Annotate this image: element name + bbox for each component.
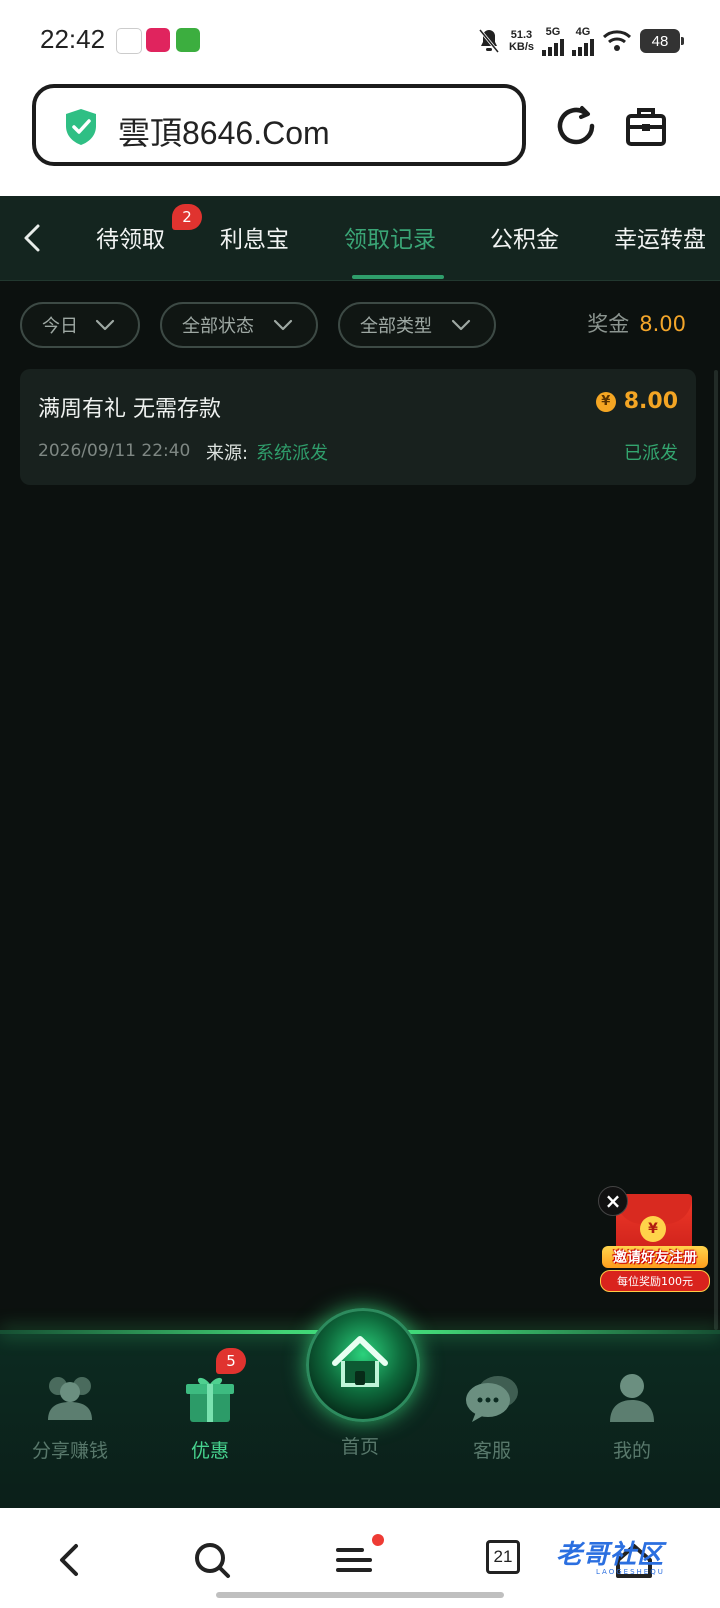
type-filter[interactable]: 全部类型 <box>338 302 496 348</box>
bottom-nav: 分享赚钱 优惠 5 首页 客服 我的 <box>0 1308 720 1508</box>
watermark-subtext: LAOGESHEQU <box>596 1568 665 1576</box>
status-time: 22:42 <box>40 24 106 54</box>
promo-headline: 邀请好友注册 <box>602 1246 708 1268</box>
share-people-icon <box>48 1377 92 1420</box>
browser-bar: 雲頂8646.Com <box>0 84 720 196</box>
promo-reward: 每位奖励100元 <box>600 1270 710 1292</box>
record-datetime: 2026/09/11 22:40 <box>38 441 191 461</box>
status-bar: 22:42 51.3 KB/s 5G 4G 48 <box>0 0 720 84</box>
coin-icon: ¥ <box>640 1216 666 1242</box>
toolbox-icon[interactable] <box>622 102 670 150</box>
tab-interest[interactable]: 利息宝 <box>220 220 289 254</box>
close-icon[interactable]: × <box>598 1186 628 1216</box>
nav-promotions[interactable]: 优惠 <box>150 1370 270 1463</box>
status-filter-label: 全部状态 <box>182 316 254 337</box>
tab-pending[interactable]: 待领取 <box>96 220 165 254</box>
refresh-icon[interactable] <box>552 102 600 150</box>
home-icon <box>332 1336 388 1387</box>
tab-lucky-wheel[interactable]: 幸运转盘 <box>614 220 706 254</box>
nav-label: 我的 <box>612 1440 651 1462</box>
nav-label: 客服 <box>472 1440 511 1462</box>
chat-icon <box>466 1376 518 1422</box>
scrollbar[interactable] <box>714 370 718 1330</box>
net-speed: 51.3 KB/s <box>508 29 534 53</box>
record-source: 系统派发 <box>256 443 328 464</box>
notification-dot <box>372 1534 384 1546</box>
chevron-down-icon <box>451 319 471 331</box>
tab-bar: 待领取 2 利息宝 领取记录 公积金 幸运转盘 <box>0 196 720 281</box>
signal-4g: 4G <box>572 26 594 56</box>
record-title: 满周有礼 无需存款 <box>38 397 221 422</box>
back-arrow-icon[interactable] <box>18 220 48 256</box>
url-bar[interactable]: 雲頂8646.Com <box>32 84 526 166</box>
active-tab-indicator <box>352 275 444 279</box>
home-indicator[interactable] <box>216 1592 504 1598</box>
date-filter[interactable]: 今日 <box>20 302 140 348</box>
coin-icon: ¥ <box>595 391 616 412</box>
battery-indicator: 48 <box>640 29 684 53</box>
search-icon[interactable] <box>190 1538 234 1582</box>
signal-bars-icon <box>572 38 594 56</box>
record-amount: ¥ 8.00 <box>595 389 678 414</box>
record-source-label: 来源: <box>206 443 249 464</box>
nav-profile[interactable]: 我的 <box>572 1370 692 1463</box>
bonus-amount: 8.00 <box>639 312 686 336</box>
mute-bell-icon <box>478 29 500 53</box>
tab-provident-fund[interactable]: 公积金 <box>490 220 559 254</box>
url-text: 雲頂8646.Com <box>118 115 330 151</box>
pending-count-badge: 2 <box>172 204 202 230</box>
nav-home-label: 首页 <box>340 1436 379 1458</box>
user-icon <box>610 1374 654 1422</box>
gift-icon <box>186 1377 234 1422</box>
type-filter-label: 全部类型 <box>360 316 432 337</box>
watermark-logo: 老哥社区 <box>556 1540 665 1570</box>
nav-support[interactable]: 客服 <box>432 1370 552 1463</box>
menu-icon[interactable] <box>332 1538 376 1582</box>
back-icon[interactable] <box>48 1538 92 1582</box>
record-status: 已派发 <box>624 443 678 464</box>
nav-label: 分享赚钱 <box>31 1440 108 1462</box>
status-filter[interactable]: 全部状态 <box>160 302 318 348</box>
promotions-count-badge: 5 <box>216 1348 246 1374</box>
app-notification-icon <box>116 28 142 54</box>
chevron-down-icon <box>95 319 115 331</box>
check-notification-icon <box>176 28 200 52</box>
shield-check-icon <box>66 109 96 145</box>
date-filter-label: 今日 <box>42 316 78 337</box>
wifi-icon <box>602 30 632 51</box>
status-right: 51.3 KB/s 5G 4G 48 <box>477 24 684 58</box>
nav-home[interactable] <box>306 1308 420 1422</box>
tab-count-button[interactable]: 21 <box>486 1540 520 1574</box>
record-card: 满周有礼 无需存款 ¥ 8.00 2026/09/11 22:40 来源: 系统… <box>20 369 696 485</box>
tab-claim-records[interactable]: 领取记录 <box>344 220 436 254</box>
nav-label: 优惠 <box>190 1440 229 1462</box>
app-notification-icon <box>146 28 170 52</box>
signal-bars-icon <box>542 38 564 56</box>
chevron-down-icon <box>273 319 293 331</box>
bonus-total: 奖金 8.00 <box>587 308 686 338</box>
record-amount-value: 8.00 <box>623 389 678 414</box>
nav-share-earn[interactable]: 分享赚钱 <box>10 1370 130 1463</box>
bonus-label: 奖金 <box>587 312 630 336</box>
invite-promo[interactable]: ¥ × 邀请好友注册 每位奖励100元 <box>598 1186 712 1292</box>
signal-5g: 5G <box>542 26 564 56</box>
